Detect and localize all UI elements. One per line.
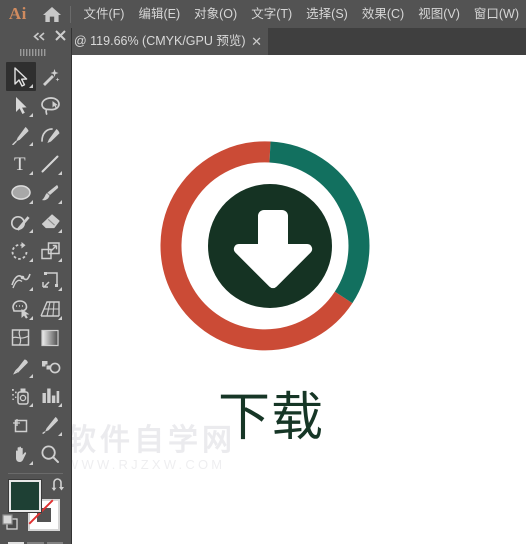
gradient-tool[interactable] [36,323,66,352]
tool-options-corner [28,113,33,117]
menu-edit[interactable]: 编辑(E) [131,3,187,25]
default-fill-stroke-icon[interactable] [2,514,19,536]
svg-text:T: T [14,154,26,173]
menu-type[interactable]: 文字(T) [244,3,299,25]
tools-panel-header [0,28,71,45]
tool-options-corner [58,432,62,436]
ellipse-tool[interactable] [6,178,36,207]
lasso-tool[interactable] [36,91,66,120]
scale-tool[interactable] [36,236,66,265]
menu-select[interactable]: 选择(S) [299,3,355,25]
perspective-grid-tool[interactable] [36,294,66,323]
home-icon[interactable] [36,6,68,23]
tool-options-corner [28,461,33,465]
tool-grid: T [0,59,71,468]
curvature-tool[interactable] [36,120,66,149]
type-tool[interactable]: T [6,149,36,178]
illustrator-window: Ai 文件(F) 编辑(E) 对象(O) 文字(T) 选择(S) 效果(C) 视… [0,0,526,544]
collapse-icon[interactable] [33,28,46,46]
close-icon[interactable] [55,28,66,46]
pen-tool[interactable] [6,120,36,149]
fill-stroke-controls [0,478,71,540]
fill-swatch[interactable] [9,480,41,512]
eyedropper-tool[interactable] [6,352,36,381]
menu-object[interactable]: 对象(O) [187,3,244,25]
tool-options-corner [58,403,62,407]
eraser-tool[interactable] [36,207,66,236]
tool-options-corner [58,171,62,175]
selection-tool[interactable] [6,62,36,91]
width-tool[interactable] [6,265,36,294]
tool-options-corner [28,374,33,378]
menu-view[interactable]: 视图(V) [411,3,467,25]
artwork-label[interactable]: 下载 [218,390,324,446]
document-tab-bar: @ 119.66% (CMYK/GPU 预览) ✕ [0,28,526,55]
direct-selection-tool[interactable] [6,91,36,120]
menu-window[interactable]: 窗口(W) [467,3,526,25]
app-logo: Ai [8,3,27,23]
color-mode-group [0,540,71,544]
tool-options-corner [28,316,33,320]
artboard-canvas[interactable]: 软件自学网 WWW.RJZXW.COM 下载 [72,55,526,544]
tool-options-corner [28,287,33,291]
tool-options-corner [28,171,33,175]
tool-options-corner [58,287,62,291]
line-segment-tool[interactable] [36,149,66,178]
tool-options-corner [28,84,33,88]
tool-options-corner [28,403,33,407]
tool-options-corner [58,200,62,204]
zoom-tool[interactable] [36,439,66,468]
magic-wand-tool[interactable] [36,62,66,91]
watermark-text-url: WWW.RJZXW.COM [72,457,226,472]
tools-panel: T [0,28,72,544]
tool-options-corner [28,258,33,262]
symbol-sprayer-tool[interactable] [6,381,36,410]
hand-tool[interactable] [6,439,36,468]
free-transform-tool[interactable] [36,265,66,294]
document-tab[interactable]: @ 119.66% (CMYK/GPU 预览) ✕ [72,28,268,55]
panel-drag-handle[interactable] [0,46,71,59]
menu-separator [69,5,71,23]
tool-options-corner [28,200,33,204]
menu-bar: Ai 文件(F) 编辑(E) 对象(O) 文字(T) 选择(S) 效果(C) 视… [0,0,526,28]
mesh-tool[interactable] [6,323,36,352]
paintbrush-tool[interactable] [36,178,66,207]
swap-fill-stroke-icon[interactable] [50,478,65,497]
download-icon-artwork[interactable] [155,131,385,361]
menu-effect[interactable]: 效果(C) [355,3,411,25]
document-tab-title: @ 119.66% (CMYK/GPU 预览) [74,34,246,48]
tool-divider [8,473,63,474]
tool-options-corner [28,229,33,233]
close-icon[interactable]: ✕ [246,28,268,55]
tool-options-corner [28,142,33,146]
tool-options-corner [58,229,62,233]
menu-file[interactable]: 文件(F) [77,3,132,25]
slice-tool[interactable] [36,410,66,439]
tool-options-corner [58,258,62,262]
shaper-tool[interactable] [6,207,36,236]
rotate-tool[interactable] [6,236,36,265]
column-graph-tool[interactable] [36,381,66,410]
shape-builder-tool[interactable] [6,294,36,323]
blend-tool[interactable] [36,352,66,381]
artboard-tool[interactable] [6,410,36,439]
tool-options-corner [58,316,62,320]
